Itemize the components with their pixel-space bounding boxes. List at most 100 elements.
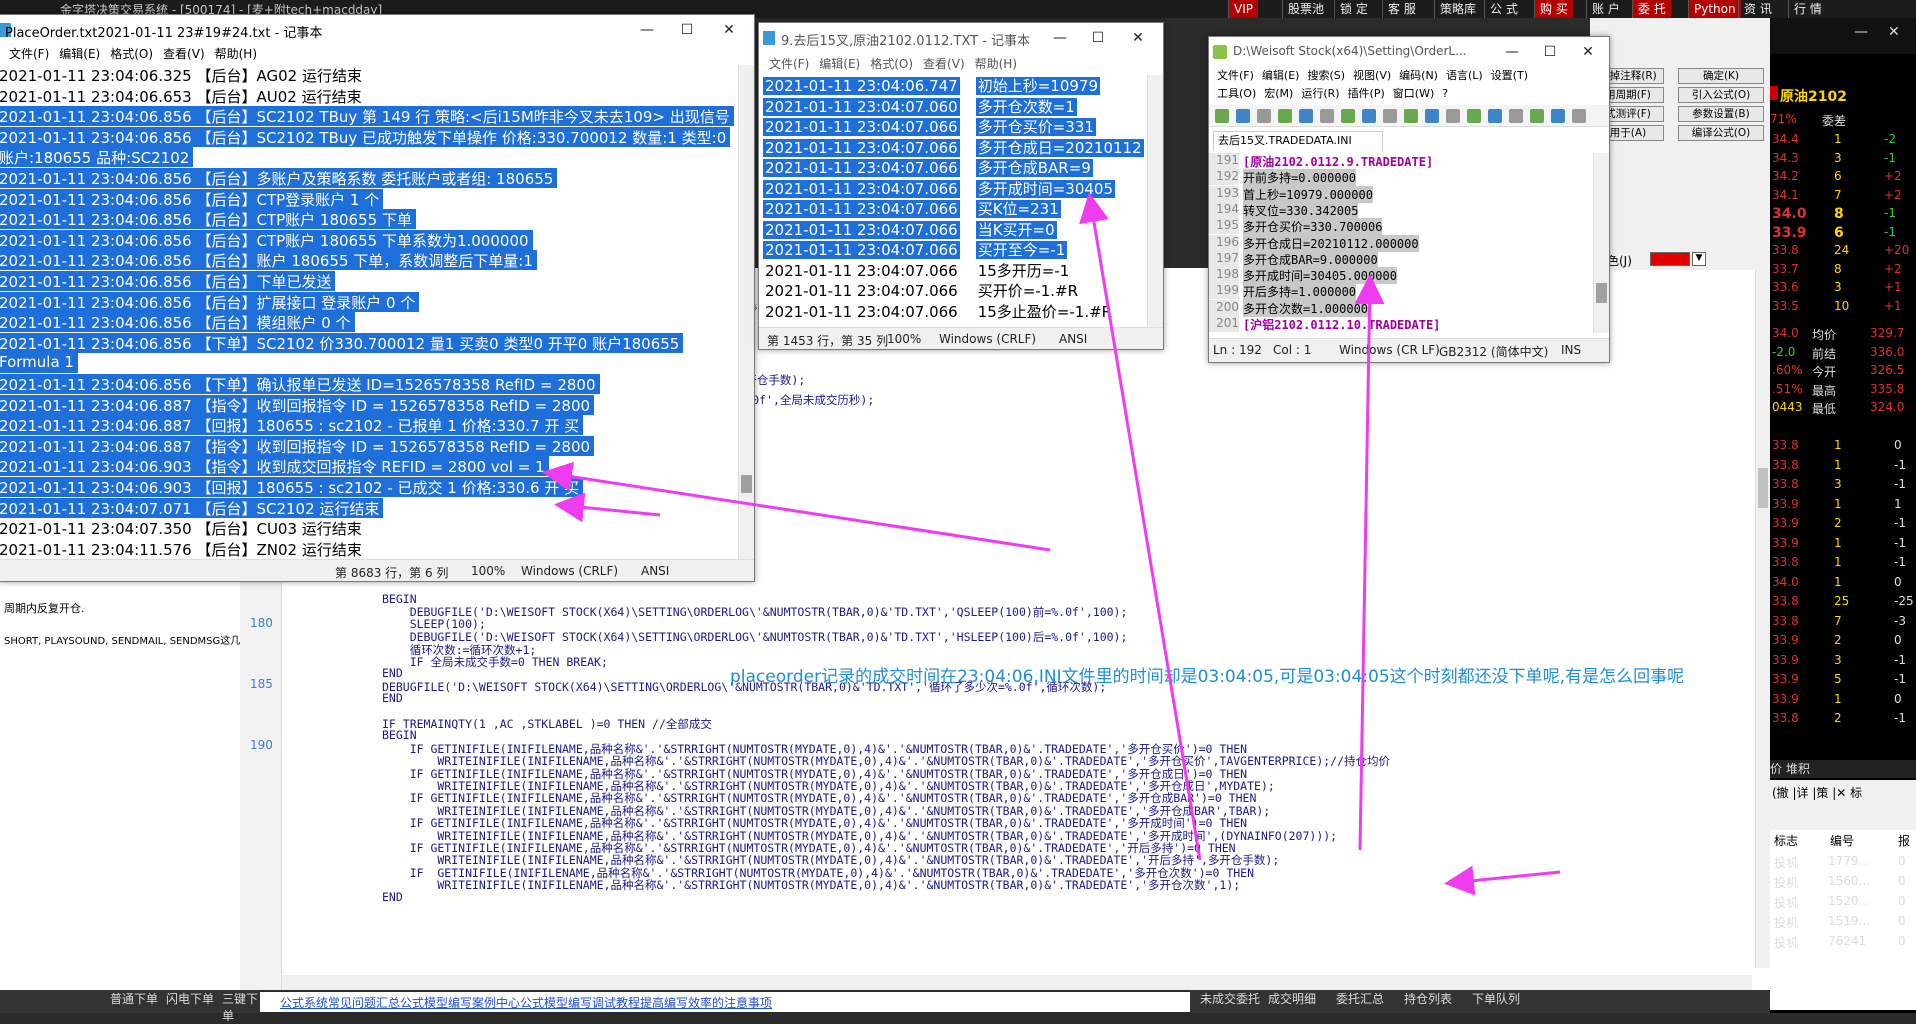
toolbar-icon[interactable] [1257, 109, 1271, 123]
help-link[interactable]: 公式模型编写调试教程 [520, 994, 640, 1011]
appbar-button-1[interactable]: 股票池 [1282, 0, 1329, 18]
appbar-button-2[interactable]: 锁 定 [1334, 0, 1373, 18]
menu-item[interactable]: 视图(V) [1353, 69, 1391, 82]
notepad2-text[interactable]: 2021-01-11 23:04:06.747 初始上秒=10979 2021-01… [759, 75, 1145, 327]
log-line: 2021-01-11 23:04:06.856 【后台】模组账户 0 个 [0, 312, 355, 333]
toolbar-icon[interactable] [1320, 109, 1334, 123]
help-link[interactable]: 公式系统常见问题汇总 [280, 994, 400, 1011]
menu-item[interactable]: 格式(O) [870, 57, 913, 71]
toolbar-icon[interactable] [1278, 109, 1292, 123]
menu-item[interactable]: 搜索(S) [1307, 69, 1345, 82]
appbar-button-0[interactable]: VIP [1228, 0, 1258, 18]
close-icon[interactable]: ✕ [1123, 27, 1153, 49]
toolbar-icon[interactable] [1341, 109, 1355, 123]
minimize-icon[interactable]: — [1045, 27, 1075, 49]
appbar-button-8[interactable]: 委 托 [1632, 0, 1671, 18]
toolbar-icon[interactable] [1467, 109, 1481, 123]
appbar-button-5[interactable]: 公 式 [1484, 0, 1523, 18]
menu-item[interactable]: 设置(T) [1491, 69, 1528, 82]
color-swatch[interactable] [1650, 252, 1690, 266]
dialog-right-panel: 去掉注释(R) 确定(K) 用周期(F) 引入公式(O) 式测评(F) 参数设置(B) 用于… [1590, 18, 1770, 268]
dialog-button-right[interactable]: 编译公式(O) [1678, 125, 1764, 141]
notepad1-text[interactable]: 2021-01-11 23:04:06.325 【后台】AG02 运行结束 202… [0, 65, 737, 559]
bottom-tab[interactable]: 委托汇总 [1336, 990, 1384, 1007]
close-icon[interactable]: ✕ [714, 19, 744, 41]
market-toolbar-text[interactable]: (撤 |详 |策 |✕ 标 [1772, 784, 1862, 801]
market-tabs[interactable]: 价 堆积 [1770, 760, 1916, 778]
editor-scrollbar[interactable] [1755, 268, 1770, 968]
minimize-icon[interactable]: — [1497, 41, 1527, 63]
bottom-tab[interactable]: 未成交委托 [1200, 990, 1260, 1007]
npp-tab[interactable]: 去后15叉.TRADEDATA.INI [1213, 131, 1383, 151]
appbar-button-4[interactable]: 策略库 [1434, 0, 1481, 18]
npp-scrollbar[interactable] [1593, 153, 1609, 333]
menu-item[interactable]: 编码(N) [1399, 69, 1438, 82]
maximize-icon[interactable]: ☐ [672, 19, 702, 41]
menu-item[interactable]: 文件(F) [1217, 69, 1254, 82]
npp-statusbar: Ln : 192 Col : 1 Windows (CR LF) GB2312 … [1209, 338, 1609, 362]
close-icon[interactable]: ✕ [1888, 24, 1900, 40]
dialog-button-right[interactable]: 参数设置(B) [1678, 106, 1764, 122]
minimize-icon[interactable]: — [1854, 24, 1868, 40]
appbar-button-7[interactable]: 账 户 [1586, 0, 1625, 18]
help-link[interactable]: 公式模型编写案例中心 [400, 994, 520, 1011]
toolbar-icon[interactable] [1236, 109, 1250, 123]
menu-item[interactable]: 帮助(H) [975, 57, 1017, 71]
chevron-down-icon[interactable]: ▼ [1692, 252, 1706, 266]
bottom-tab[interactable]: 成交明细 [1268, 990, 1316, 1007]
dialog-button-right[interactable]: 引入公式(O) [1678, 87, 1764, 103]
bottom-tab[interactable]: 三键下单 [222, 990, 260, 1024]
appbar-button-9[interactable]: Python [1688, 0, 1741, 18]
toolbar-icon[interactable] [1362, 109, 1376, 123]
toolbar-icon[interactable] [1530, 109, 1544, 123]
toolbar-icon[interactable] [1215, 109, 1229, 123]
menu-item[interactable]: 编辑(E) [819, 57, 860, 71]
menu-item[interactable]: 查看(V) [923, 57, 965, 71]
menu-item[interactable]: 查看(V) [163, 47, 205, 61]
menu-item[interactable]: 帮助(H) [215, 47, 257, 61]
toolbar-icon[interactable] [1446, 109, 1460, 123]
menu-item[interactable]: ? [1442, 87, 1448, 100]
notepad-placeorder-window[interactable]: PlaceOrder.txt2021-01-11 23#19#24.txt - … [0, 14, 755, 582]
toolbar-icon[interactable] [1425, 109, 1439, 123]
menu-item[interactable]: 工具(O) [1217, 87, 1256, 100]
minimize-icon[interactable]: — [632, 19, 662, 41]
appbar-button-11[interactable]: 行 情 [1788, 0, 1827, 18]
menu-item[interactable]: 格式(O) [110, 47, 153, 61]
bottom-tab[interactable]: 持仓列表 [1404, 990, 1452, 1007]
maximize-icon[interactable]: ☐ [1083, 27, 1113, 49]
maximize-icon[interactable]: ☐ [1535, 41, 1565, 63]
toolbar-icon[interactable] [1488, 109, 1502, 123]
stat-number: 336.0 [1870, 344, 1905, 359]
bottom-tab[interactable]: 普通下单 [110, 990, 158, 1007]
help-link[interactable]: 提高编写效率的注意事项 [640, 994, 772, 1011]
menu-item[interactable]: 文件(F) [769, 57, 809, 71]
appbar-button-10[interactable]: 资 讯 [1738, 0, 1777, 18]
menu-item[interactable]: 编辑(E) [1262, 69, 1300, 82]
menu-item[interactable]: 窗口(W) [1393, 87, 1434, 100]
menu-item[interactable]: 文件(F) [9, 47, 49, 61]
menu-item[interactable]: 语言(L) [1446, 69, 1483, 82]
toolbar-icon[interactable] [1551, 109, 1565, 123]
notepadpp-ini-window[interactable]: D:\Weisoft Stock(x64)\Setting\OrderL... … [1208, 36, 1610, 363]
dialog-button-right[interactable]: 确定(K) [1678, 68, 1764, 84]
editor-hscroll[interactable] [282, 975, 1752, 990]
menu-item[interactable]: 运行(R) [1301, 87, 1339, 100]
notepad1-scrollbar[interactable] [738, 65, 754, 559]
toolbar-icon[interactable] [1299, 109, 1313, 123]
toolbar-icon[interactable] [1404, 109, 1418, 123]
menu-item[interactable]: 插件(P) [1348, 87, 1385, 100]
bottom-tab[interactable]: 闪电下单 [166, 990, 214, 1007]
appbar-button-6[interactable]: 购 买 [1534, 0, 1573, 18]
bottom-tab[interactable]: 下单队列 [1472, 990, 1520, 1007]
notepad-tradelog-window[interactable]: 9.去后15叉,原油2102.0112.TXT - 记事本 — ☐ ✕ 文件(F… [758, 22, 1164, 350]
toolbar-icon[interactable] [1383, 109, 1397, 123]
toolbar-icon[interactable] [1572, 109, 1586, 123]
toolbar-icon[interactable] [1509, 109, 1523, 123]
appbar-button-3[interactable]: 客 服 [1382, 0, 1421, 18]
close-icon[interactable]: ✕ [1573, 41, 1603, 63]
menu-item[interactable]: 宏(M) [1264, 87, 1293, 100]
menu-item[interactable]: 编辑(E) [59, 47, 100, 61]
notepad2-scrollbar[interactable] [1147, 75, 1163, 327]
npp-text[interactable]: 191 [原油2102.0112.9.TRADEDATE] 192 开前多持=0.00… [1209, 153, 1593, 333]
